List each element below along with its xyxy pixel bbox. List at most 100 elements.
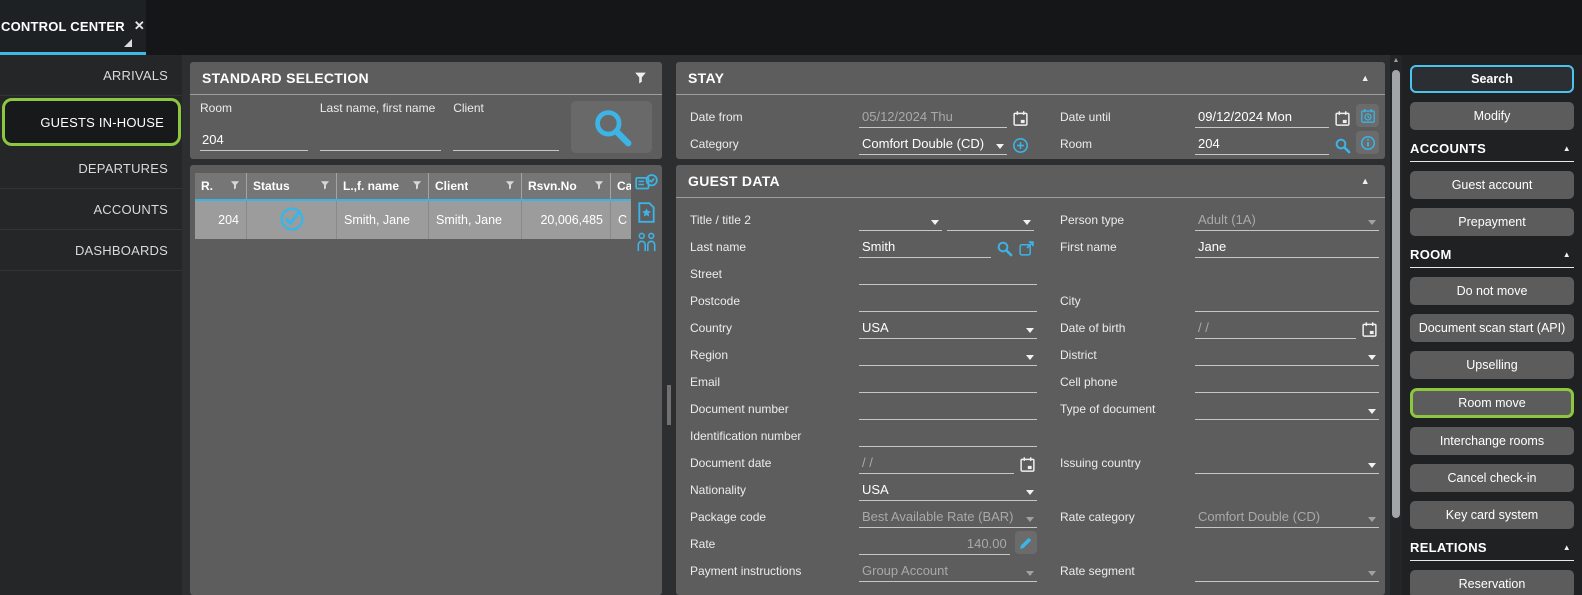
room-move-button[interactable]: Room move xyxy=(1410,388,1574,418)
chevron-down-icon[interactable] xyxy=(1026,490,1034,495)
sidebar-item-accounts[interactable]: ACCOUNTS xyxy=(0,189,182,230)
calendar-icon[interactable] xyxy=(1019,456,1036,473)
filter-icon[interactable] xyxy=(224,179,240,193)
region-input[interactable] xyxy=(859,344,1037,366)
last-name-first-name-input[interactable] xyxy=(320,127,441,151)
search-icon[interactable] xyxy=(1334,137,1351,154)
calendar-icon[interactable] xyxy=(1361,321,1378,338)
column-header-ca[interactable]: Ca xyxy=(611,173,631,199)
edit-icon[interactable] xyxy=(1015,531,1037,554)
package-code-input[interactable]: Best Available Rate (BAR) xyxy=(859,506,1037,528)
chevron-down-icon[interactable] xyxy=(1026,328,1034,333)
chevron-down-icon[interactable] xyxy=(1026,571,1034,576)
filter-icon[interactable] xyxy=(588,179,604,193)
search-button[interactable]: Search xyxy=(1410,65,1574,93)
date-until-input[interactable]: 09/12/2024 Mon xyxy=(1195,106,1329,128)
info-circle-icon[interactable] xyxy=(1356,131,1379,154)
chevron-down-icon[interactable] xyxy=(996,144,1004,149)
chevron-down-icon[interactable] xyxy=(1368,517,1376,522)
client-input[interactable] xyxy=(453,127,559,151)
date-of-birth-input[interactable]: / / xyxy=(1195,317,1356,339)
scroll-up-icon[interactable]: ▲ xyxy=(1390,57,1402,64)
reservation-button[interactable]: Reservation xyxy=(1410,570,1574,595)
search-icon[interactable] xyxy=(996,240,1013,257)
chevron-down-icon[interactable] xyxy=(1026,355,1034,360)
chevron-down-icon[interactable] xyxy=(931,220,939,225)
guest-account-button[interactable]: Guest account xyxy=(1410,171,1574,199)
district-input[interactable] xyxy=(1195,344,1379,366)
chevron-down-icon[interactable] xyxy=(1368,571,1376,576)
collapse-up-icon[interactable]: ▲ xyxy=(1560,541,1574,554)
tab-control-center[interactable]: CONTROL CENTER ✕ xyxy=(0,0,146,52)
search-button[interactable] xyxy=(571,101,652,153)
do-not-move-button[interactable]: Do not move xyxy=(1410,277,1574,305)
document-date-input[interactable]: / / xyxy=(859,452,1014,474)
chevron-down-icon[interactable] xyxy=(1023,220,1031,225)
category-input[interactable]: Comfort Double (CD) xyxy=(859,133,1007,155)
column-header-rsvn-no[interactable]: Rsvn.No xyxy=(522,173,611,199)
title-title-2-select-2[interactable] xyxy=(947,209,1034,231)
document-number-input[interactable] xyxy=(859,398,1037,420)
table-row[interactable]: 204Smith, JaneSmith, Jane20,006,485C xyxy=(195,201,631,239)
issuing-country-input[interactable] xyxy=(1195,452,1379,474)
interchange-rooms-button[interactable]: Interchange rooms xyxy=(1410,427,1574,455)
collapse-up-icon[interactable]: ▲ xyxy=(1358,174,1373,188)
rate-input[interactable]: 140.00 xyxy=(859,533,1010,555)
filter-icon[interactable] xyxy=(314,179,330,193)
type-of-document-input[interactable] xyxy=(1195,398,1379,420)
rate-segment-input[interactable] xyxy=(1195,560,1379,582)
column-header-status[interactable]: Status xyxy=(247,173,337,199)
sidebar-item-guests-in-house[interactable]: GUESTS IN-HOUSE xyxy=(2,98,181,146)
collapse-up-icon[interactable]: ▲ xyxy=(1560,248,1574,261)
section-header-relations[interactable]: RELATIONS▲ xyxy=(1410,538,1574,556)
splitter-handle[interactable] xyxy=(667,385,671,425)
guests-icon[interactable] xyxy=(635,231,658,254)
close-icon[interactable]: ✕ xyxy=(134,18,145,34)
chevron-down-icon[interactable] xyxy=(1368,409,1376,414)
scrollbar-thumb[interactable] xyxy=(1392,70,1400,518)
column-header-r[interactable]: R. xyxy=(195,173,247,199)
section-header-accounts[interactable]: ACCOUNTS▲ xyxy=(1410,139,1574,157)
chevron-down-icon[interactable] xyxy=(1026,517,1034,522)
sidebar-item-dashboards[interactable]: DASHBOARDS xyxy=(0,230,182,271)
sidebar-item-arrivals[interactable]: ARRIVALS xyxy=(0,55,182,96)
upselling-button[interactable]: Upselling xyxy=(1410,351,1574,379)
collapse-up-icon[interactable]: ▲ xyxy=(1560,142,1574,155)
country-input[interactable]: USA xyxy=(859,317,1037,339)
nationality-input[interactable]: USA xyxy=(859,479,1037,501)
title-title-2-select-1[interactable] xyxy=(859,209,942,231)
date-from-input[interactable]: 05/12/2024 Thu xyxy=(859,106,1007,128)
street-input[interactable] xyxy=(859,263,1037,285)
cell-phone-input[interactable] xyxy=(1195,371,1379,393)
identification-number-input[interactable] xyxy=(859,425,1037,447)
column-header-client[interactable]: Client xyxy=(429,173,522,199)
calendar-clock-icon[interactable] xyxy=(1356,104,1379,127)
section-header-room[interactable]: ROOM▲ xyxy=(1410,245,1574,263)
filter-icon[interactable] xyxy=(406,179,422,193)
filter-icon[interactable] xyxy=(499,179,515,193)
city-input[interactable] xyxy=(1195,290,1379,312)
email-input[interactable] xyxy=(859,371,1037,393)
registration-card-icon[interactable] xyxy=(635,171,658,194)
chevron-down-icon[interactable] xyxy=(1368,463,1376,468)
first-name-input[interactable]: Jane xyxy=(1195,236,1379,258)
modify-button[interactable]: Modify xyxy=(1410,102,1574,130)
calendar-icon[interactable] xyxy=(1334,110,1351,127)
chevron-down-icon[interactable] xyxy=(1368,355,1376,360)
starred-document-icon[interactable] xyxy=(635,201,658,224)
payment-instructions-input[interactable]: Group Account xyxy=(859,560,1037,582)
postcode-input[interactable] xyxy=(859,290,1037,312)
cancel-check-in-button[interactable]: Cancel check-in xyxy=(1410,464,1574,492)
filter-icon[interactable] xyxy=(631,69,650,88)
column-header-l-f-name[interactable]: L.,f. name xyxy=(337,173,429,199)
rate-category-input[interactable]: Comfort Double (CD) xyxy=(1195,506,1379,528)
calendar-icon[interactable] xyxy=(1012,110,1029,127)
plus-circle-icon[interactable] xyxy=(1012,137,1029,154)
prepayment-button[interactable]: Prepayment xyxy=(1410,208,1574,236)
sidebar-item-departures[interactable]: DEPARTURES xyxy=(0,148,182,189)
collapse-up-icon[interactable]: ▲ xyxy=(1358,71,1373,85)
last-name-input[interactable]: Smith xyxy=(859,236,991,258)
external-link-icon[interactable] xyxy=(1018,240,1035,257)
key-card-system-button[interactable]: Key card system xyxy=(1410,501,1574,529)
room-input[interactable]: 204 xyxy=(1195,133,1329,155)
